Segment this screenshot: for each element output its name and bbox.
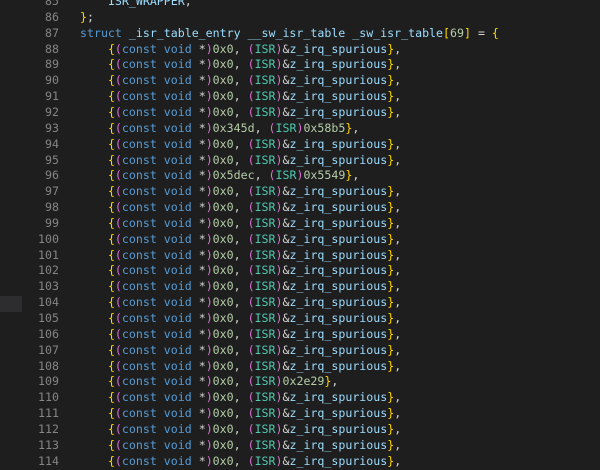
code-text[interactable]: {(const void *)0x0, (ISR)&z_irq_spurious… bbox=[80, 57, 401, 73]
code-text[interactable]: {(const void *)0x0, (ISR)&z_irq_spurious… bbox=[80, 200, 401, 216]
code-text[interactable]: {(const void *)0x0, (ISR)&z_irq_spurious… bbox=[80, 89, 401, 105]
line-number: 94 bbox=[45, 136, 59, 151]
code-line[interactable]: 100 {(const void *)0x0, (ISR)&z_irq_spur… bbox=[0, 232, 600, 248]
line-number: 108 bbox=[38, 358, 59, 373]
code-text[interactable]: {(const void *)0x0, (ISR)&z_irq_spurious… bbox=[80, 343, 401, 359]
code-editor[interactable]: 85 ISR_WRAPPER, 86}; 87 struct _isr_table_e… bbox=[0, 0, 600, 470]
code-text[interactable]: {(const void *)0x345d, (ISR)0x58b5}, bbox=[80, 121, 359, 137]
line-number: 105 bbox=[38, 311, 59, 325]
code-line[interactable]: 110 {(const void *)0x0, (ISR)&z_irq_spur… bbox=[0, 390, 600, 406]
code-line[interactable]: 106 {(const void *)0x0, (ISR)&z_irq_spur… bbox=[0, 327, 600, 343]
line-number: 95 bbox=[45, 152, 59, 167]
code-text[interactable]: {(const void *)0x0, (ISR)&z_irq_spurious… bbox=[80, 263, 401, 279]
code-line[interactable]: 90 {(const void *)0x0, (ISR)&z_irq_spuri… bbox=[0, 73, 600, 89]
line-number: 87 bbox=[45, 25, 59, 40]
code-line[interactable]: 85 ISR_WRAPPER, bbox=[0, 0, 600, 10]
code-text[interactable]: {(const void *)0x0, (ISR)&z_irq_spurious… bbox=[80, 359, 401, 375]
code-text[interactable]: {(const void *)0x0, (ISR)&z_irq_spurious… bbox=[80, 232, 401, 248]
line-number: 91 bbox=[45, 89, 59, 104]
code-text[interactable]: {(const void *)0x0, (ISR)&z_irq_spurious… bbox=[80, 153, 401, 169]
code-line[interactable]: 113 {(const void *)0x0, (ISR)&z_irq_spur… bbox=[0, 438, 600, 454]
line-number: 97 bbox=[45, 184, 59, 199]
line-number: 96 bbox=[45, 168, 59, 183]
code-text[interactable]: {(const void *)0x0, (ISR)&z_irq_spurious… bbox=[80, 105, 401, 121]
line-number: 92 bbox=[45, 104, 59, 119]
code-line[interactable]: 102 {(const void *)0x0, (ISR)&z_irq_spur… bbox=[0, 263, 600, 279]
line-number: 113 bbox=[38, 437, 59, 452]
code-text[interactable]: ISR_WRAPPER, bbox=[80, 0, 192, 10]
line-number: 99 bbox=[45, 215, 59, 230]
code-text[interactable]: {(const void *)0x0, (ISR)&z_irq_spurious… bbox=[80, 279, 401, 295]
code-line[interactable]: 107 {(const void *)0x0, (ISR)&z_irq_spur… bbox=[0, 343, 600, 359]
code-line[interactable]: 103 {(const void *)0x0, (ISR)&z_irq_spur… bbox=[0, 279, 600, 295]
code-line[interactable]: 105 {(const void *)0x0, (ISR)&z_irq_spur… bbox=[0, 311, 600, 327]
line-number: 114 bbox=[38, 453, 59, 468]
code-line[interactable]: 86}; bbox=[0, 10, 600, 26]
line-number: 107 bbox=[38, 342, 59, 357]
code-line[interactable]: 114 {(const void *)0x0, (ISR)&z_irq_spur… bbox=[0, 454, 600, 470]
line-number: 89 bbox=[45, 57, 59, 72]
code-text[interactable]: {(const void *)0x0, (ISR)&z_irq_spurious… bbox=[80, 42, 401, 58]
code-text[interactable]: {(const void *)0x0, (ISR)&z_irq_spurious… bbox=[80, 184, 401, 200]
code-line[interactable]: 101 {(const void *)0x0, (ISR)&z_irq_spur… bbox=[0, 248, 600, 264]
code-text[interactable]: {(const void *)0x0, (ISR)0x2e29}, bbox=[80, 374, 338, 390]
code-text[interactable]: {(const void *)0x0, (ISR)&z_irq_spurious… bbox=[80, 438, 401, 454]
code-text[interactable]: {(const void *)0x0, (ISR)&z_irq_spurious… bbox=[80, 248, 401, 264]
code-line[interactable]: 111 {(const void *)0x0, (ISR)&z_irq_spur… bbox=[0, 406, 600, 422]
code-line[interactable]: 104 {(const void *)0x0, (ISR)&z_irq_spur… bbox=[0, 295, 600, 311]
code-text[interactable]: }; bbox=[80, 10, 94, 26]
code-line[interactable]: 99 {(const void *)0x0, (ISR)&z_irq_spuri… bbox=[0, 216, 600, 232]
code-text[interactable]: struct _isr_table_entry __sw_isr_table _… bbox=[80, 26, 499, 42]
code-text[interactable]: {(const void *)0x0, (ISR)&z_irq_spurious… bbox=[80, 73, 401, 89]
line-number: 100 bbox=[38, 231, 59, 246]
code-line[interactable]: 89 {(const void *)0x0, (ISR)&z_irq_spuri… bbox=[0, 57, 600, 73]
code-line[interactable]: 112 {(const void *)0x0, (ISR)&z_irq_spur… bbox=[0, 422, 600, 438]
code-text[interactable]: {(const void *)0x0, (ISR)&z_irq_spurious… bbox=[80, 454, 401, 470]
line-number: 90 bbox=[45, 73, 59, 88]
code-line[interactable]: 87 struct _isr_table_entry __sw_isr_table… bbox=[0, 26, 600, 42]
code-text[interactable]: {(const void *)0x0, (ISR)&z_irq_spurious… bbox=[80, 406, 401, 422]
code-text[interactable]: {(const void *)0x0, (ISR)&z_irq_spurious… bbox=[80, 327, 401, 343]
code-text[interactable]: {(const void *)0x0, (ISR)&z_irq_spurious… bbox=[80, 390, 401, 406]
code-line[interactable]: 96 {(const void *)0x5dec, (ISR)0x5549}, bbox=[0, 168, 600, 184]
code-line[interactable]: 94 {(const void *)0x0, (ISR)&z_irq_spuri… bbox=[0, 137, 600, 153]
line-number: 101 bbox=[38, 247, 59, 262]
code-line[interactable]: 88 {(const void *)0x0, (ISR)&z_irq_spuri… bbox=[0, 42, 600, 58]
line-number: 106 bbox=[38, 326, 59, 341]
line-number: 103 bbox=[38, 279, 59, 294]
code-line[interactable]: 109 {(const void *)0x0, (ISR)0x2e29}, bbox=[0, 374, 600, 390]
code-text[interactable]: {(const void *)0x0, (ISR)&z_irq_spurious… bbox=[80, 216, 401, 232]
line-number: 102 bbox=[38, 263, 59, 278]
code-line[interactable]: 92 {(const void *)0x0, (ISR)&z_irq_spuri… bbox=[0, 105, 600, 121]
line-number: 93 bbox=[45, 120, 59, 135]
code-line[interactable]: 97 {(const void *)0x0, (ISR)&z_irq_spuri… bbox=[0, 184, 600, 200]
code-line[interactable]: 91 {(const void *)0x0, (ISR)&z_irq_spuri… bbox=[0, 89, 600, 105]
line-number: 98 bbox=[45, 200, 59, 215]
code-line[interactable]: 98 {(const void *)0x0, (ISR)&z_irq_spuri… bbox=[0, 200, 600, 216]
code-text[interactable]: {(const void *)0x0, (ISR)&z_irq_spurious… bbox=[80, 311, 401, 327]
code-line[interactable]: 95 {(const void *)0x0, (ISR)&z_irq_spuri… bbox=[0, 153, 600, 169]
code-text[interactable]: {(const void *)0x0, (ISR)&z_irq_spurious… bbox=[80, 422, 401, 438]
code-text[interactable]: {(const void *)0x0, (ISR)&z_irq_spurious… bbox=[80, 137, 401, 153]
line-number: 88 bbox=[45, 41, 59, 56]
line-number: 86 bbox=[45, 9, 59, 24]
line-number: 109 bbox=[38, 374, 59, 389]
code-text[interactable]: {(const void *)0x5dec, (ISR)0x5549}, bbox=[80, 168, 359, 184]
line-number: 112 bbox=[38, 421, 59, 436]
line-number: 85 bbox=[45, 0, 59, 8]
code-line[interactable]: 108 {(const void *)0x0, (ISR)&z_irq_spur… bbox=[0, 359, 600, 375]
code-text[interactable]: {(const void *)0x0, (ISR)&z_irq_spurious… bbox=[80, 295, 401, 311]
code-line[interactable]: 93 {(const void *)0x345d, (ISR)0x58b5}, bbox=[0, 121, 600, 137]
line-number: 104 bbox=[38, 295, 59, 310]
line-number: 110 bbox=[38, 390, 59, 405]
line-number: 111 bbox=[38, 406, 59, 421]
